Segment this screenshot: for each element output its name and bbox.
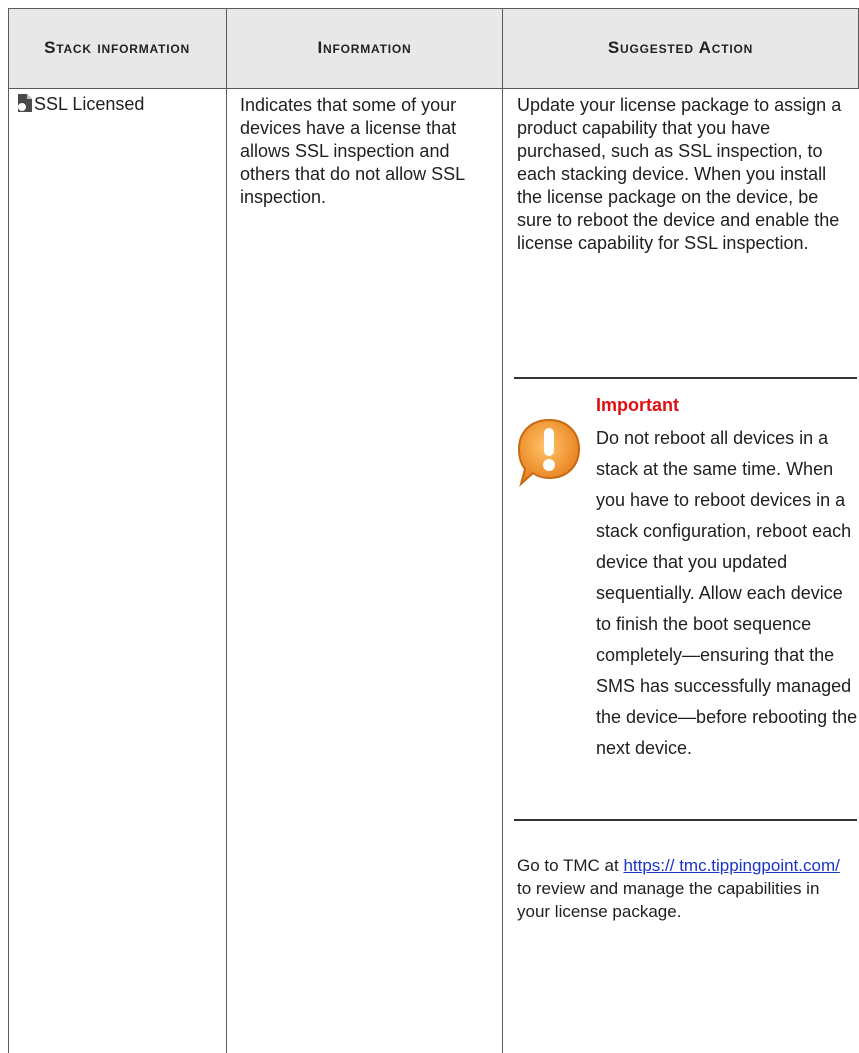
important-note: Important Do not reboot all devices in a… <box>514 377 859 821</box>
stack-info-cell: SSL Licensed <box>17 93 217 119</box>
header-suggested-action: Suggested Action <box>503 8 858 88</box>
column-border <box>226 8 227 1053</box>
important-body: Do not reboot all devices in a stack at … <box>596 428 858 758</box>
table-top-border <box>8 8 859 9</box>
column-border <box>8 8 9 1053</box>
header-bottom-border <box>8 88 859 89</box>
tmc-link[interactable]: https:// tmc.tippingpoint.com/ <box>623 856 839 875</box>
note-top-rule <box>514 377 857 379</box>
suggested-action-cell: Update your license package to assign a … <box>517 95 842 253</box>
header-information: Information <box>227 8 502 88</box>
stack-label: SSL Licensed <box>34 94 145 114</box>
tmc-paragraph: Go to TMC at https:// tmc.tippingpoint.c… <box>517 854 852 923</box>
tmc-suffix: to review and manage the capabilities in… <box>517 879 820 921</box>
note-bottom-rule <box>514 819 857 821</box>
tmc-prefix: Go to TMC at <box>517 856 624 875</box>
important-title: Important <box>596 395 679 415</box>
information-cell: Indicates that some of your devices have… <box>240 95 465 207</box>
warning-exclamation-icon <box>515 416 583 493</box>
header-stack-information: Stack information <box>8 8 226 88</box>
document-icon <box>17 93 33 119</box>
column-border <box>502 8 503 1053</box>
